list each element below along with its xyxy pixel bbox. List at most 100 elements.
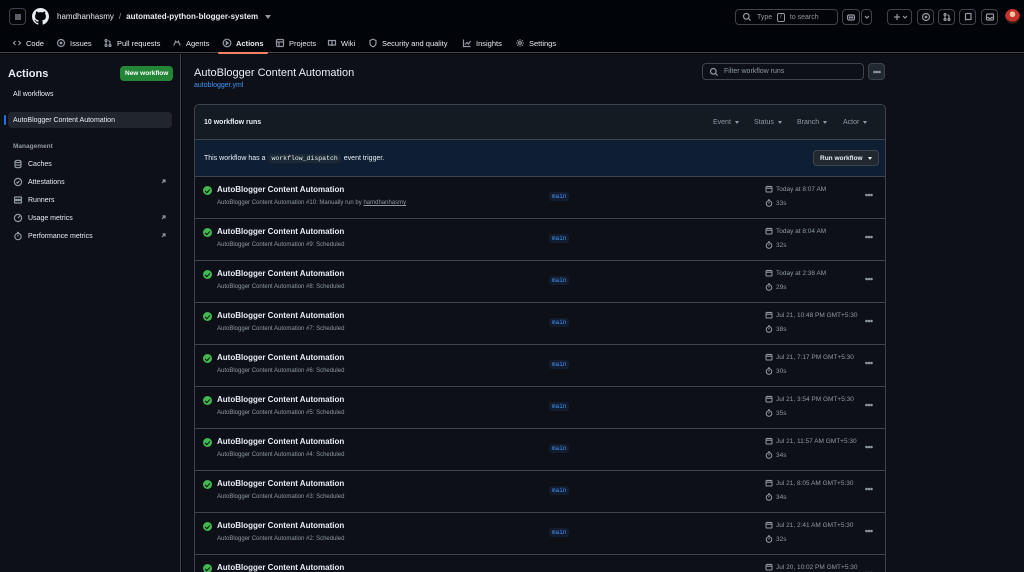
chevron-down-icon[interactable]: [265, 14, 272, 19]
sidebar-item-usage-metrics[interactable]: Usage metrics: [8, 210, 172, 226]
tab-security[interactable]: Security and quality: [368, 33, 447, 53]
create-new-button[interactable]: [887, 9, 912, 25]
tab-projects[interactable]: Projects: [275, 33, 316, 53]
tab-settings[interactable]: Settings: [515, 33, 556, 53]
run-menu-button[interactable]: [864, 484, 874, 494]
workflow-menu-button[interactable]: [868, 63, 885, 80]
branch-badge[interactable]: main: [549, 528, 570, 537]
branch-badge[interactable]: main: [549, 402, 570, 411]
run-menu-button[interactable]: [864, 526, 874, 536]
branch-badge[interactable]: main: [549, 276, 570, 285]
filter-actor-dropdown[interactable]: Actor: [843, 119, 868, 126]
table-row[interactable]: AutoBlogger Content Automation AutoBlogge…: [195, 345, 885, 387]
table-row[interactable]: AutoBlogger Content Automation AutoBlogge…: [195, 513, 885, 555]
sidebar-item-all-workflows[interactable]: All workflows: [8, 86, 172, 102]
sidebar-item-performance-metrics[interactable]: Performance metrics: [8, 228, 172, 244]
run-title[interactable]: AutoBlogger Content Automation: [217, 479, 344, 488]
run-menu-button[interactable]: [864, 568, 874, 572]
table-row[interactable]: AutoBlogger Content Automation AutoBlogge…: [195, 429, 885, 471]
search-input[interactable]: Type / to search: [735, 9, 838, 25]
filter-branch-dropdown[interactable]: Branch: [797, 119, 828, 126]
run-title[interactable]: AutoBlogger Content Automation: [217, 269, 344, 278]
sidebar-item-autoblogger[interactable]: AutoBlogger Content Automation: [4, 112, 172, 128]
breadcrumb-repo[interactable]: automated-python-blogger-system: [126, 12, 258, 21]
graph-icon: [462, 39, 471, 48]
table-row[interactable]: AutoBlogger Content Automation Jul 20, 1…: [195, 555, 885, 572]
notifications-button[interactable]: [981, 9, 998, 25]
run-title[interactable]: AutoBlogger Content Automation: [217, 311, 344, 320]
runs-box: 10 workflow runs Event Status Branch Act…: [194, 104, 886, 572]
copilot-button[interactable]: [842, 9, 860, 25]
tab-pull-requests[interactable]: Pull requests: [103, 33, 160, 53]
run-title[interactable]: AutoBlogger Content Automation: [217, 395, 344, 404]
branch-badge[interactable]: main: [549, 192, 570, 201]
table-row[interactable]: AutoBlogger Content Automation AutoBlogge…: [195, 219, 885, 261]
sidebar-item-label: Runners: [28, 196, 55, 204]
menu-button[interactable]: [9, 8, 26, 25]
run-duration-text: 34s: [776, 493, 787, 501]
new-workflow-button[interactable]: New workflow: [120, 66, 174, 81]
pull-requests-button[interactable]: [938, 9, 955, 25]
run-duration-text: 35s: [776, 409, 787, 417]
run-title[interactable]: AutoBlogger Content Automation: [217, 185, 344, 194]
run-menu-button[interactable]: [864, 190, 874, 200]
run-menu-button[interactable]: [864, 232, 874, 242]
sidebar-item-attestations[interactable]: Attestations: [8, 174, 172, 190]
run-workflow-button[interactable]: Run workflow: [813, 150, 879, 166]
branch-badge[interactable]: main: [549, 360, 570, 369]
tab-agents[interactable]: Agents: [172, 33, 209, 53]
run-duration-text: 32s: [776, 535, 787, 543]
tab-code[interactable]: Code: [12, 33, 44, 53]
tab-label: Agents: [186, 38, 210, 48]
run-menu-button[interactable]: [864, 400, 874, 410]
tab-insights[interactable]: Insights: [462, 33, 502, 53]
table-row[interactable]: AutoBlogger Content Automation AutoBlogge…: [195, 471, 885, 513]
filter-event-dropdown[interactable]: Event: [713, 119, 739, 126]
run-duration-text: 32s: [776, 241, 787, 249]
run-menu-button[interactable]: [864, 442, 874, 452]
github-logo-icon[interactable]: [32, 8, 49, 25]
branch-badge[interactable]: main: [549, 444, 570, 453]
filter-placeholder: Filter workflow runs: [724, 68, 785, 75]
filter-runs-input[interactable]: Filter workflow runs: [702, 63, 864, 80]
run-title[interactable]: AutoBlogger Content Automation: [217, 353, 344, 362]
run-duration-text: 38s: [776, 325, 787, 333]
branch-badge[interactable]: main: [549, 318, 570, 327]
table-row[interactable]: AutoBlogger Content Automation AutoBlogge…: [195, 261, 885, 303]
run-duration-text: 33s: [776, 199, 787, 207]
run-menu-button[interactable]: [864, 316, 874, 326]
copilot-menu-button[interactable]: [861, 9, 872, 25]
repositories-button[interactable]: [959, 9, 976, 25]
tab-wiki[interactable]: Wiki: [327, 33, 355, 53]
run-title[interactable]: AutoBlogger Content Automation: [217, 437, 344, 446]
stopwatch-icon: [765, 451, 773, 459]
run-date-text: Today at 8:07 AM: [776, 185, 827, 193]
branch-badge[interactable]: main: [549, 486, 570, 495]
table-row[interactable]: AutoBlogger Content Automation AutoBlogge…: [195, 177, 885, 219]
table-row[interactable]: AutoBlogger Content Automation AutoBlogge…: [195, 303, 885, 345]
tab-issues[interactable]: Issues: [56, 33, 92, 53]
run-title[interactable]: AutoBlogger Content Automation: [217, 227, 344, 236]
run-date-text: Jul 21, 2:41 AM GMT+5:30: [776, 521, 854, 529]
run-subtitle: AutoBlogger Content Automation #2: Sched…: [217, 536, 344, 542]
filter-status-dropdown[interactable]: Status: [754, 119, 782, 126]
run-title[interactable]: AutoBlogger Content Automation: [217, 521, 344, 530]
table-row[interactable]: AutoBlogger Content Automation AutoBlogge…: [195, 387, 885, 429]
issues-button[interactable]: [917, 9, 934, 25]
issue-icon: [56, 38, 66, 48]
avatar[interactable]: [1005, 9, 1020, 24]
run-title[interactable]: AutoBlogger Content Automation: [217, 563, 344, 572]
run-date-text: Today at 2:38 AM: [776, 269, 827, 277]
branch-badge[interactable]: main: [549, 234, 570, 243]
run-description: AutoBlogger Content Automation #6: Sched…: [217, 368, 345, 374]
calendar-icon: [765, 227, 773, 235]
sidebar-item-runners[interactable]: Runners: [8, 192, 172, 208]
run-menu-button[interactable]: [864, 274, 874, 284]
sidebar-item-caches[interactable]: Caches: [8, 156, 172, 172]
breadcrumb-owner[interactable]: hamdhanhasmy: [57, 12, 114, 21]
meter-icon: [13, 213, 23, 223]
run-menu-button[interactable]: [864, 358, 874, 368]
workflow-file-link[interactable]: autoblogger.yml: [194, 82, 243, 89]
run-actor-link[interactable]: hamdhanhasmy: [363, 200, 406, 206]
tab-actions[interactable]: Actions: [218, 33, 267, 54]
